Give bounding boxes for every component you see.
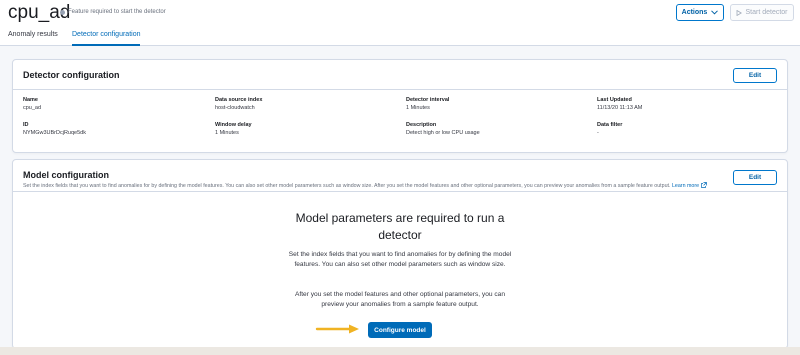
detector-interval-label: Detector interval [406,97,450,103]
detector-configuration-title: Detector configuration [23,70,120,80]
start-detector-label: Start detector [745,9,788,16]
tab-detector-configuration[interactable]: Detector configuration [72,31,141,46]
data-filter-label: Data filter [597,122,623,128]
model-description-text: Set the index fields that you want to fi… [23,183,671,189]
id-label: ID [23,122,29,128]
data-source-index-value: host-cloudwatch [215,105,255,111]
description-label: Description [406,122,437,128]
model-configuration-description: Set the index fields that you want to fi… [23,182,707,189]
start-detector-button[interactable]: Start detector [730,4,794,21]
empty-prompt-body-2: After you set the model features and oth… [294,291,506,308]
detector-status: Feature required to start the detector [60,9,166,15]
window-delay-label: Window delay [215,122,252,128]
last-updated-value: 11/13/20 11:13 AM [597,105,643,111]
chevron-down-icon [711,10,719,15]
play-icon [737,9,743,16]
description-value: Detect high or low CPU usage [406,130,480,136]
actions-button[interactable]: Actions [676,4,724,21]
configure-model-button[interactable]: Configure model [368,322,432,338]
name-value: cpu_ad [23,105,42,111]
detector-configuration-panel: Detector configuration Edit Name cpu_ad … [12,59,788,153]
data-source-index-label: Data source index [215,97,263,103]
data-filter-value: - [597,130,599,136]
empty-prompt-body-1: Set the index fields that you want to fi… [288,251,512,268]
actions-label: Actions [681,9,708,16]
window-bottom-edge [0,347,800,355]
last-updated-label: Last Updated [597,97,632,103]
status-dot-icon [60,9,65,15]
arrow-right-icon [315,324,359,334]
external-link-icon[interactable] [700,182,707,188]
status-text: Feature required to start the detector [68,9,166,15]
learn-more-link[interactable]: Learn more [672,183,699,189]
detector-edit-button[interactable]: Edit [733,68,777,83]
tab-anomaly-results[interactable]: Anomaly results [8,31,58,38]
detector-interval-value: 1 Minutes [406,105,430,111]
model-edit-button[interactable]: Edit [733,170,777,185]
name-label: Name [23,97,38,103]
id-value: NYMGw3UBrDcjRuqe5dk [23,130,86,136]
window-delay-value: 1 Minutes [215,130,239,136]
panel-divider [13,191,787,192]
panel-divider [13,89,787,90]
tab-bar: Anomaly results Detector configuration [0,28,800,46]
empty-prompt-title: Model parameters are required to run a d… [295,211,505,242]
model-configuration-title: Model configuration [23,170,109,180]
